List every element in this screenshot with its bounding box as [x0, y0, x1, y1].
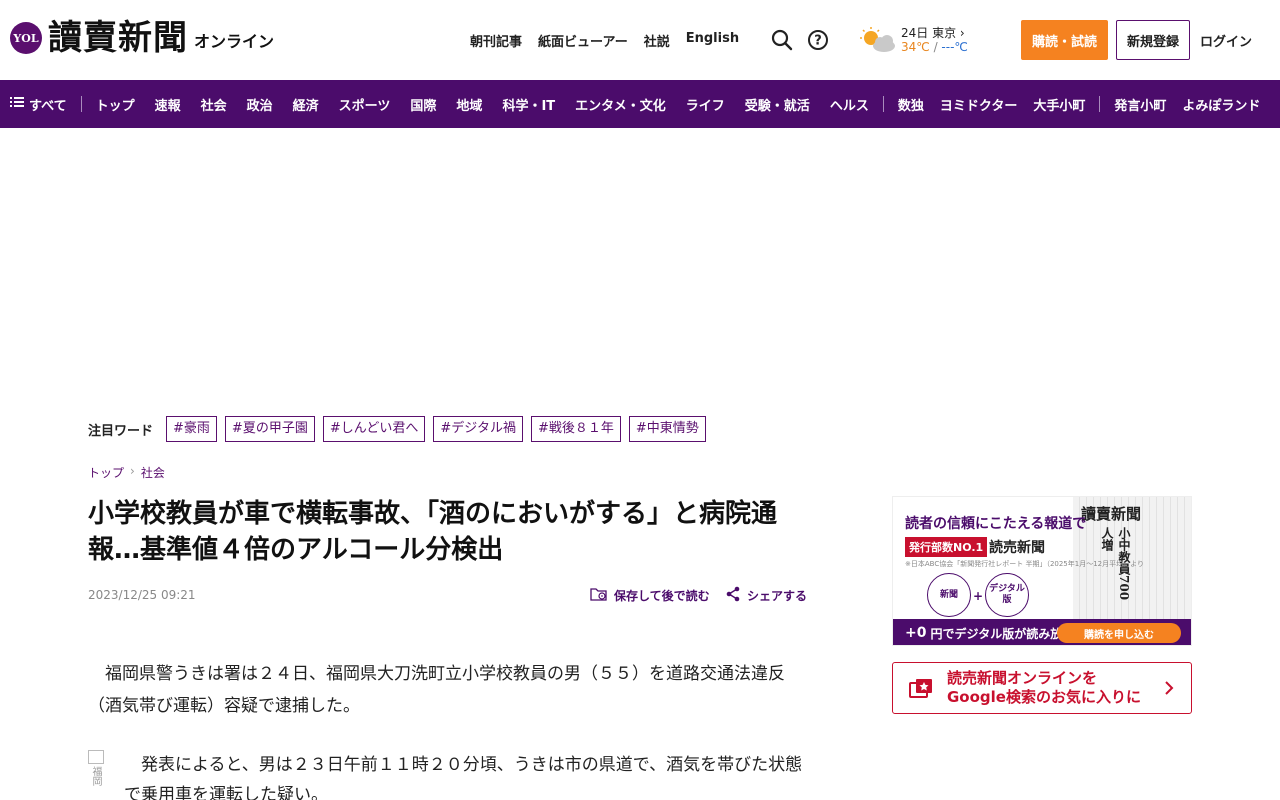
share-button[interactable]: シェアする [725, 586, 807, 605]
weather-widget[interactable]: 24日 東京 › 34℃ / ---℃ [858, 24, 968, 56]
trend-tag[interactable]: #中東情勢 [628, 416, 706, 442]
breadcrumb-society[interactable]: 社会 [141, 464, 165, 481]
nav-health[interactable]: ヘルス [830, 95, 869, 114]
trend-tag[interactable]: #豪雨 [166, 416, 217, 442]
link-english[interactable]: English [686, 31, 739, 50]
trend-tag[interactable]: #しんどい君へ [322, 416, 426, 442]
temp-high: 34℃ [901, 40, 930, 54]
link-paper-viewer[interactable]: 紙面ビューアー [538, 31, 628, 50]
google-banner-line1: 読売新聞オンラインを [947, 669, 1098, 687]
nav-entertainment[interactable]: エンタメ・文化 [575, 95, 666, 114]
nav-politics[interactable]: 政治 [247, 95, 273, 114]
register-button[interactable]: 新規登録 [1116, 20, 1190, 60]
nav-sports[interactable]: スポーツ [339, 95, 391, 114]
photo-alt-text: 福岡 [90, 766, 101, 786]
question-circle-icon[interactable]: ? [806, 28, 830, 52]
trend-tag[interactable]: #戦後８１年 [530, 416, 621, 442]
star-bookmark-icon [909, 679, 932, 698]
ad-paper-title: 讀賣新聞 [1081, 505, 1142, 523]
sun-cloud-icon [860, 27, 895, 52]
nav-science-it[interactable]: 科学・IT [502, 95, 555, 114]
article-paragraph: 発表によると、男は２３日午前１１時２０分頃、うきは市の県道で、酒気を帯びた状態で… [124, 755, 803, 800]
google-banner-line2: Google検索のお気に入りに [947, 688, 1141, 706]
google-favorite-banner[interactable]: 読売新聞オンラインを Google検索のお気に入りに [892, 662, 1192, 714]
nav-exam-jobs[interactable]: 受験・就活 [745, 95, 810, 114]
nav-divider [80, 96, 82, 112]
nav-breaking[interactable]: 速報 [155, 95, 181, 114]
temp-low: ---℃ [941, 40, 968, 54]
site-header: YOL 讀賣新聞 オンライン 朝刊記事 紙面ビューアー 社説 English ?… [0, 0, 1280, 80]
logo-subtitle: オンライン [194, 32, 275, 51]
share-label: シェアする [747, 589, 808, 603]
save-for-later-button[interactable]: 保存して後で読む [590, 586, 710, 605]
nav-regional[interactable]: 地域 [456, 95, 482, 114]
nav-top[interactable]: トップ [96, 95, 135, 114]
subscription-ad[interactable]: 讀賣新聞 小中教員700人増 読者の信頼にこたえる報道で 発行部数NO.1 読売… [892, 496, 1192, 646]
trending-words: 注目ワード #豪雨 #夏の甲子園 #しんどい君へ #デジタル禍 #戦後８１年 #… [88, 416, 714, 442]
ad-brand-name: 読売新聞 [989, 540, 1045, 556]
save-label: 保存して後で読む [614, 589, 710, 603]
logo-title: 讀賣新聞 [48, 18, 188, 58]
trend-tag[interactable]: #デジタル禍 [433, 416, 523, 442]
nav-society[interactable]: 社会 [201, 95, 227, 114]
breadcrumb: トップ › 社会 [88, 464, 165, 481]
yol-badge: YOL [10, 22, 42, 54]
nav-all-label: すべて [29, 98, 67, 114]
ad-circle-newspaper: 新聞 [927, 573, 971, 617]
link-morning-articles[interactable]: 朝刊記事 [470, 31, 522, 50]
chevron-right-icon: › [959, 26, 965, 40]
login-button[interactable]: ログイン [1200, 31, 1252, 50]
site-logo[interactable]: YOL 讀賣新聞 オンライン [10, 18, 274, 58]
ad-plus-zero: +0 [905, 625, 927, 641]
ad-circle-digital: デジタル版 [985, 573, 1029, 617]
article-headline: 小学校教員が車で横転事故、「酒のにおいがする」と病院通報…基準値４倍のアルコール… [88, 499, 778, 565]
ad-badge: 発行部数NO.1 [905, 537, 988, 557]
article-paragraph: 福岡県警うきは署は２４日、福岡県大刀洗町立小学校教員の男（５５）を道路交通法違反… [88, 664, 785, 716]
chevron-right-icon [1165, 681, 1174, 695]
bookmark-folder-icon [590, 586, 608, 605]
nav-hatsugen-komachi[interactable]: 発言小町 [1114, 95, 1166, 114]
nav-all[interactable]: すべて [10, 95, 67, 114]
search-icon[interactable] [770, 28, 794, 52]
ad-headline: 読者の信頼にこたえる報道で [905, 516, 1087, 532]
svg-text:?: ? [814, 34, 822, 49]
trending-label: 注目ワード [88, 423, 154, 439]
nav-economy[interactable]: 経済 [293, 95, 319, 114]
subscribe-button[interactable]: 購読・試読 [1021, 20, 1108, 60]
weather-date-city: 24日 東京 › [901, 26, 965, 40]
weather-temp: 34℃ / ---℃ [901, 40, 968, 54]
trend-tag[interactable]: #夏の甲子園 [224, 416, 315, 442]
article-photo[interactable]: 福岡 [88, 750, 110, 800]
nav-yomidr[interactable]: ヨミドクター [940, 95, 1017, 114]
breadcrumb-top[interactable]: トップ [88, 464, 124, 481]
nav-otekomachi[interactable]: 大手小町 [1033, 95, 1085, 114]
nav-divider [1099, 96, 1101, 112]
nav-international[interactable]: 国際 [410, 95, 436, 114]
temp-separator: / [929, 40, 942, 54]
google-banner-text: 読売新聞オンラインを Google検索のお気に入りに [947, 669, 1141, 707]
broken-image-icon [88, 750, 104, 764]
menu-icon [10, 96, 24, 112]
nav-life[interactable]: ライフ [686, 95, 725, 114]
share-icon [725, 586, 741, 605]
nav-sudoku[interactable]: 数独 [898, 95, 924, 114]
header-links: 朝刊記事 紙面ビューアー 社説 English [470, 31, 739, 50]
link-editorial[interactable]: 社説 [644, 31, 670, 50]
ad-subscribe-button[interactable]: 購読を申し込む [1057, 623, 1181, 643]
ad-fine-print: ※日本ABC協会「新聞発行社レポート 半期」（2025年1月～12月平均）より [905, 560, 1144, 568]
nav-divider [882, 96, 884, 112]
nav-yomipoland[interactable]: よみぽランド [1182, 95, 1260, 114]
article-date: 2023/12/25 09:21 [88, 588, 196, 602]
ad-plus: + [973, 589, 984, 603]
breadcrumb-separator: › [130, 464, 135, 478]
main-nav: すべて トップ 速報 社会 政治 経済 スポーツ 国際 地域 科学・IT エンタ… [0, 80, 1280, 128]
